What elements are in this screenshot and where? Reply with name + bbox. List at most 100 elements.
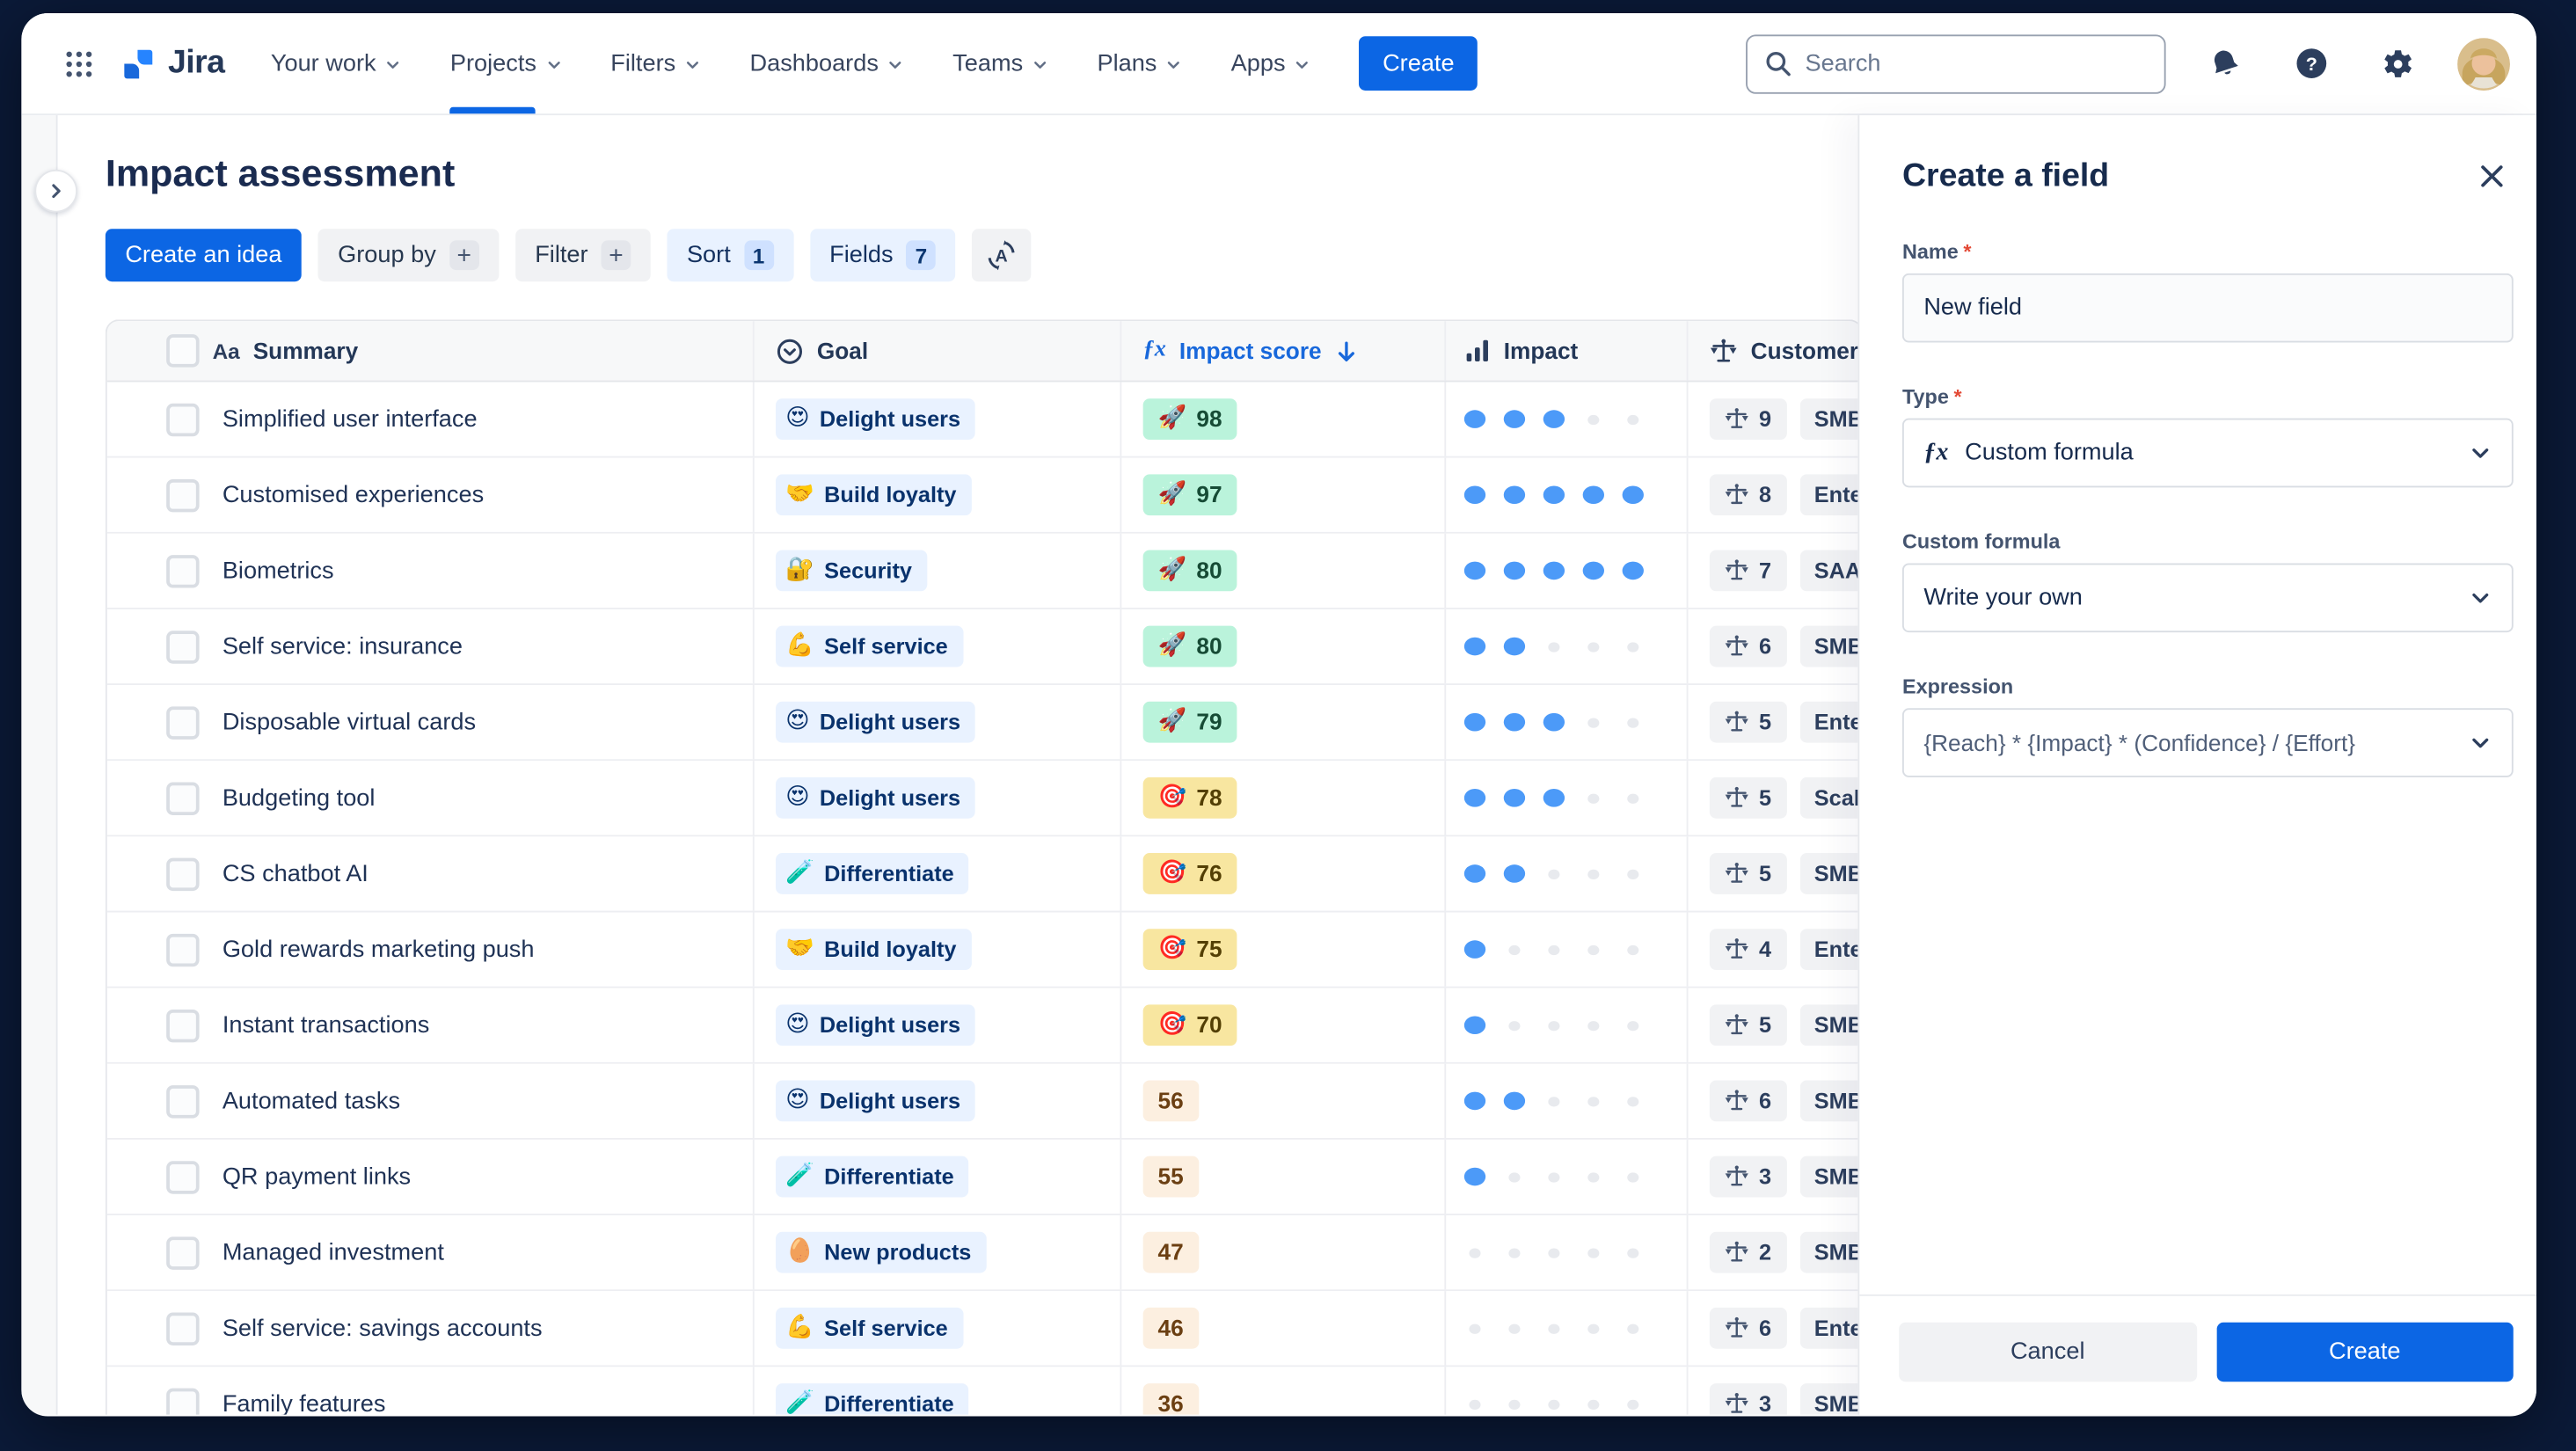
cancel-button[interactable]: Cancel	[1899, 1322, 2197, 1382]
create-idea-button[interactable]: Create an idea	[105, 229, 302, 282]
row-checkbox[interactable]	[166, 478, 200, 512]
expression-select[interactable]: {Reach} * {Impact} * (Confidence} / {Eff…	[1901, 708, 2514, 777]
score-value: 70	[1196, 1010, 1222, 1038]
goal-chip: 😍 Delight users	[776, 1080, 975, 1122]
nav-item-projects[interactable]: Projects	[449, 13, 561, 114]
sort-button[interactable]: Sort 1	[667, 229, 793, 282]
nav-item-plans[interactable]: Plans	[1097, 13, 1181, 113]
row-checkbox[interactable]	[166, 705, 200, 739]
row-checkbox[interactable]	[166, 1160, 200, 1193]
impact-dot-filled	[1463, 409, 1486, 428]
column-header-impact-score[interactable]: ƒx Impact score	[1120, 321, 1444, 381]
table-row[interactable]: Family features 🧪 Differentiate 36 3 SM	[106, 1367, 1858, 1415]
goal-chip: 🥚 New products	[776, 1231, 987, 1273]
table-row[interactable]: Simplified user interface 😍 Delight user…	[106, 382, 1858, 458]
customer-count-chip: 7	[1709, 550, 1786, 592]
help-button[interactable]: ?	[2284, 36, 2339, 91]
impact-dot-empty	[1623, 637, 1644, 656]
column-header-customer[interactable]: Customer	[1686, 321, 1857, 381]
table-row[interactable]: Gold rewards marketing push 🤝 Build loya…	[106, 912, 1858, 988]
table-row[interactable]: QR payment links 🧪 Differentiate 55 3 SM	[106, 1139, 1858, 1216]
row-checkbox[interactable]	[166, 1387, 200, 1415]
impact-dot-filled	[1503, 485, 1526, 505]
nav-item-apps[interactable]: Apps	[1231, 13, 1310, 113]
jira-logo[interactable]: Jira	[120, 45, 225, 83]
score-value: 98	[1196, 405, 1222, 432]
row-checkbox[interactable]	[166, 1236, 200, 1269]
nav-item-teams[interactable]: Teams	[952, 13, 1047, 113]
goal-emoji: 💪	[785, 632, 814, 660]
score-emoji: 🚀	[1157, 708, 1187, 735]
nav-create-button[interactable]: Create	[1359, 36, 1478, 91]
table-row[interactable]: Biometrics 🔐 Security 🚀 80 7 SA	[106, 533, 1858, 609]
column-header-summary[interactable]: Aa Summary	[213, 338, 359, 364]
nav-item-your-work[interactable]: Your work	[271, 13, 401, 113]
app-switcher-button[interactable]	[55, 39, 104, 88]
impact-dot-filled	[1503, 788, 1526, 807]
nav-item-dashboards[interactable]: Dashboards	[749, 13, 903, 113]
alphabetize-sort-button[interactable]: A	[972, 229, 1032, 282]
row-checkbox[interactable]	[166, 781, 200, 815]
customer-count: 5	[1759, 710, 1772, 735]
column-header-impact[interactable]: Impact	[1444, 321, 1686, 381]
settings-button[interactable]	[2372, 37, 2425, 90]
goal-label: Differentiate	[824, 1163, 954, 1190]
goal-label: Differentiate	[824, 1391, 954, 1415]
group-by-button[interactable]: Group by +	[317, 229, 500, 282]
custom-formula-select[interactable]: Write your own	[1901, 563, 2514, 633]
table-row[interactable]: Customised experiences 🤝 Build loyalty 🚀…	[106, 457, 1858, 534]
impact-dot-empty	[1583, 1243, 1604, 1262]
table-row[interactable]: CS chatbot AI 🧪 Differentiate 🎯 76 5 SM	[106, 836, 1858, 913]
table-row[interactable]: Automated tasks 😍 Delight users 56 6 SM	[106, 1063, 1858, 1140]
impact-dots	[1444, 1367, 1686, 1415]
column-header-goal[interactable]: Goal	[752, 321, 1120, 381]
filter-button[interactable]: Filter +	[514, 229, 651, 282]
table-row[interactable]: Managed investment 🥚 New products 47 2 S…	[106, 1215, 1858, 1292]
score-emoji: 🎯	[1157, 935, 1187, 962]
row-checkbox[interactable]	[166, 554, 200, 587]
row-checkbox[interactable]	[166, 1311, 200, 1345]
impact-dots	[1444, 988, 1686, 1062]
svg-text:A: A	[996, 247, 1008, 266]
impact-dot-empty	[1583, 864, 1604, 883]
customer-segment-chip: SMB	[1799, 1004, 1858, 1046]
impact-dot-empty	[1583, 1091, 1604, 1111]
scale-icon	[1725, 786, 1748, 807]
table-row[interactable]: Disposable virtual cards 😍 Delight users…	[106, 685, 1858, 762]
table-row[interactable]: Budgeting tool 😍 Delight users 🎯 78 5 Sc…	[106, 761, 1858, 837]
select-all-checkbox[interactable]	[166, 334, 200, 368]
goal-label: Delight users	[819, 785, 961, 811]
goal-chip: 😍 Delight users	[776, 1004, 975, 1046]
row-checkbox[interactable]	[166, 402, 200, 436]
row-checkbox[interactable]	[166, 857, 200, 891]
table-row[interactable]: Self service: insurance 💪 Self service 🚀…	[106, 609, 1858, 686]
user-avatar[interactable]	[2457, 37, 2510, 91]
group-by-label: Group by	[338, 242, 436, 269]
sidebar-expand-button[interactable]	[34, 169, 78, 213]
summary-text: Automated tasks	[222, 1087, 401, 1114]
row-checkbox[interactable]	[166, 932, 200, 966]
collapsed-sidebar[interactable]	[21, 115, 58, 1415]
fields-button[interactable]: Fields 7	[809, 229, 956, 282]
type-select[interactable]: ƒx Custom formula	[1901, 418, 2514, 488]
nav-item-filters[interactable]: Filters	[610, 13, 700, 113]
jira-logo-text: Jira	[168, 44, 225, 81]
search-box[interactable]: Search	[1746, 33, 2166, 93]
impact-dot-filled	[1582, 485, 1605, 505]
table-row[interactable]: Self service: savings accounts 💪 Self se…	[106, 1291, 1858, 1367]
name-input[interactable]: New field	[1901, 273, 2514, 343]
customer-segment-chip: SAAS	[1799, 550, 1858, 592]
select-chevron-icon	[777, 338, 803, 363]
create-button[interactable]: Create	[2215, 1322, 2514, 1382]
row-checkbox[interactable]	[166, 1009, 200, 1042]
notifications-button[interactable]	[2199, 37, 2251, 90]
impact-dot-empty	[1623, 939, 1644, 959]
row-checkbox[interactable]	[166, 630, 200, 663]
goal-label: Security	[824, 558, 912, 583]
goal-emoji: 🤝	[785, 935, 814, 962]
close-button[interactable]	[2470, 155, 2514, 198]
main-content: Impact assessment Create an idea Group b…	[58, 115, 1858, 1415]
table-row[interactable]: Instant transactions 😍 Delight users 🎯 7…	[106, 988, 1858, 1064]
row-checkbox[interactable]	[166, 1084, 200, 1118]
customer-count-chip: 3	[1709, 1156, 1786, 1198]
